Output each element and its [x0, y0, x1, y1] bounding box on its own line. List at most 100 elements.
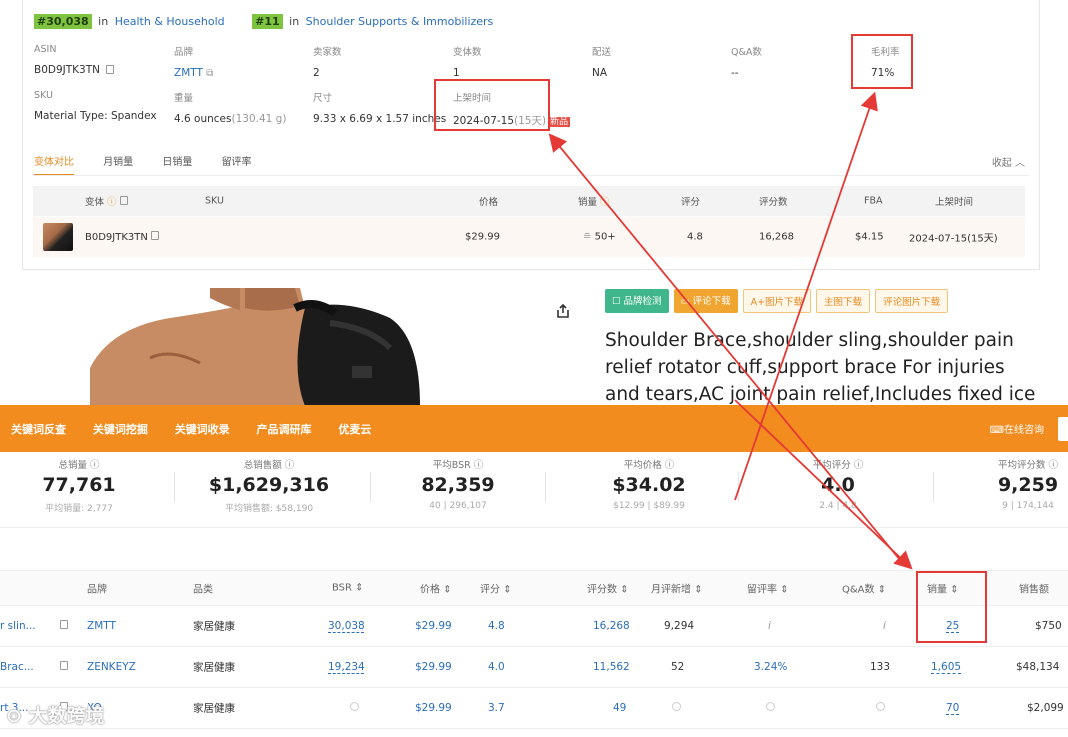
col-reviews[interactable]: 评分数 ⇕ — [587, 581, 629, 596]
row-qa: 133 — [870, 661, 891, 673]
variant-table-row[interactable]: B0D9JTK3TN $29.99 ≘ 50+ 4.8 16,268 $4.15… — [33, 217, 1025, 257]
sort-icon: ⇕ — [503, 584, 512, 596]
copy-icon[interactable] — [119, 196, 128, 205]
row-sales[interactable]: 1,605 — [931, 661, 961, 673]
nav-keyword-mining[interactable]: 关键词挖掘 — [93, 423, 148, 436]
chart-icon: ≘ — [583, 231, 592, 243]
col-brand: 品牌 — [87, 584, 107, 596]
sort-icon: ⇕ — [780, 584, 789, 596]
row-review-rate: 3.24% — [754, 661, 788, 673]
annotation-box-sales — [916, 571, 987, 643]
row-price: $29.99 — [415, 702, 452, 714]
brand-check-button[interactable]: ☐ 品牌检测 — [605, 289, 669, 313]
secondary-category-link[interactable]: Shoulder Supports & Immobilizers — [306, 15, 494, 28]
share-icon[interactable] — [555, 303, 571, 319]
variant-asin: B0D9JTK3TN — [85, 231, 160, 243]
copy-icon[interactable] — [106, 65, 115, 74]
help-icon: ⓘ — [853, 460, 864, 471]
row-sales[interactable]: 70 — [946, 702, 959, 714]
table-row[interactable]: rt 3... XO 家居健康 $29.99 3.7 49 70 $2,099 — [0, 688, 1068, 729]
bsr-rank-row: #30,038 in Health & Household #11 in Sho… — [34, 14, 494, 29]
row-qa: i — [883, 620, 886, 632]
side-panel-tab[interactable] — [1058, 417, 1068, 441]
collapse-button[interactable]: 收起 ︿ — [992, 154, 1025, 169]
row-bsr[interactable]: 19,234 — [328, 661, 365, 673]
secondary-rank-badge: #11 — [252, 14, 283, 29]
primary-category-link[interactable]: Health & Household — [115, 15, 225, 28]
table-row[interactable]: Brac... ZENKEYZ 家居健康 19,234 $29.99 4.0 1… — [0, 647, 1068, 688]
asin-field: ASIN B0D9JTK3TN — [34, 44, 115, 76]
row-reviews: 16,268 — [593, 620, 630, 632]
new-product-badge: 新品 — [548, 117, 571, 127]
nav-youmaiyun[interactable]: 优麦云 — [338, 423, 371, 436]
row-rating: 4.0 — [488, 661, 505, 673]
row-rating: 3.7 — [488, 702, 505, 714]
row-reviews: 49 — [613, 702, 627, 714]
row-bsr[interactable]: 30,038 — [328, 620, 365, 632]
secondary-rank-in: in — [289, 15, 300, 28]
row-revenue: $48,134 — [1016, 661, 1060, 673]
stat-avg-reviews: 平均评分数 ⓘ 9,259 9 | 174,144 — [997, 460, 1059, 511]
col-category: 品类 — [193, 584, 213, 596]
col-rating[interactable]: 评分 ⇕ — [480, 581, 512, 596]
sort-icon: ⇕ — [877, 584, 887, 596]
col-reviews: 评分数 — [759, 197, 788, 208]
plugin-toolbar: 关键词反查 关键词挖掘 关键词收录 产品调研库 优麦云 ⌨在线咨询 — [0, 405, 1068, 452]
review-image-download-button[interactable]: 评论图片下载 — [875, 289, 949, 313]
product-title: Shoulder Brace,shoulder sling,shoulder p… — [605, 330, 1036, 405]
tab-monthly-sales[interactable]: 月销量 — [103, 157, 133, 168]
row-title[interactable]: Brac... — [0, 661, 34, 673]
row-rating: 4.8 — [488, 620, 505, 632]
stat-divider — [738, 472, 739, 502]
col-sku: SKU — [205, 195, 224, 207]
col-bsr[interactable]: BSR ⇕ — [332, 583, 364, 594]
nav-product-research[interactable]: 产品调研库 — [257, 423, 312, 436]
nav-keyword-index[interactable]: 关键词收录 — [175, 423, 230, 436]
primary-rank-in: in — [98, 15, 109, 28]
variant-rating: 4.8 — [687, 231, 703, 243]
help-icon: ⓘ — [107, 197, 117, 208]
row-title[interactable]: r slin... — [0, 620, 36, 632]
stat-total-revenue: 总销售额 ⓘ $1,629,316 平均销售额: $58,190 — [208, 460, 330, 514]
col-revenue: 销售额 — [1019, 584, 1049, 596]
variant-thumbnail[interactable] — [43, 223, 73, 251]
brand-link[interactable]: ZMTT — [174, 67, 203, 79]
weight-field: 重量 4.6 ounces(130.41 g) — [174, 93, 287, 125]
stat-divider — [545, 472, 546, 502]
col-review-rate[interactable]: 留评率 ⇕ — [747, 581, 789, 596]
product-main-image[interactable] — [90, 288, 485, 406]
review-download-button[interactable]: ▭ 评论下载 — [673, 289, 738, 313]
tab-review-rate[interactable]: 留评率 — [222, 157, 252, 168]
variant-listed: 2024-07-15(15天) — [909, 233, 998, 245]
col-monthly-new[interactable]: 月评新增 ⇕ — [651, 581, 703, 596]
row-category: 家居健康 — [193, 661, 235, 674]
annotation-box-margin — [851, 34, 913, 89]
col-listed: 上架时间 — [935, 197, 974, 208]
tab-divider — [33, 175, 1029, 176]
tab-variant-compare[interactable]: 变体对比 — [34, 157, 74, 176]
main-image-download-button[interactable]: 主图下载 — [816, 289, 871, 313]
col-variant: 变体 ⓘ — [85, 194, 128, 208]
col-price[interactable]: 价格 ⇕ — [420, 581, 452, 596]
row-brand[interactable]: ZENKEYZ — [87, 661, 136, 673]
variant-reviews: 16,268 — [759, 231, 794, 243]
note-icon[interactable] — [60, 661, 68, 673]
variant-fba: $4.15 — [855, 231, 884, 243]
row-brand[interactable]: ZMTT — [87, 620, 116, 632]
online-consult-button[interactable]: ⌨在线咨询 — [990, 421, 1044, 436]
nav-keyword-reverse[interactable]: 关键词反查 — [11, 423, 66, 436]
section-divider — [0, 527, 1068, 528]
note-icon[interactable] — [60, 620, 68, 632]
loading-icon — [672, 702, 681, 714]
row-review-rate: i — [768, 620, 771, 632]
size-field: 尺寸 9.33 x 6.69 x 1.57 inches — [313, 93, 447, 125]
variant-table-header: 变体 ⓘ SKU 价格 销量 ⓘ 评分 评分数 FBA 上架时间 — [33, 186, 1025, 216]
col-qa[interactable]: Q&A数 ⇕ — [842, 581, 886, 596]
external-link-icon[interactable]: ⧉ — [206, 68, 213, 79]
aplus-image-download-button[interactable]: A+图片下载 — [742, 289, 812, 313]
toolbar-nav: 关键词反查 关键词挖掘 关键词收录 产品调研库 优麦云 — [11, 421, 394, 437]
help-icon: ⓘ — [284, 460, 295, 471]
table-row[interactable]: r slin... ZMTT 家居健康 30,038 $29.99 4.8 16… — [0, 606, 1068, 647]
tab-daily-sales[interactable]: 日销量 — [162, 157, 192, 168]
copy-icon[interactable] — [151, 231, 160, 240]
